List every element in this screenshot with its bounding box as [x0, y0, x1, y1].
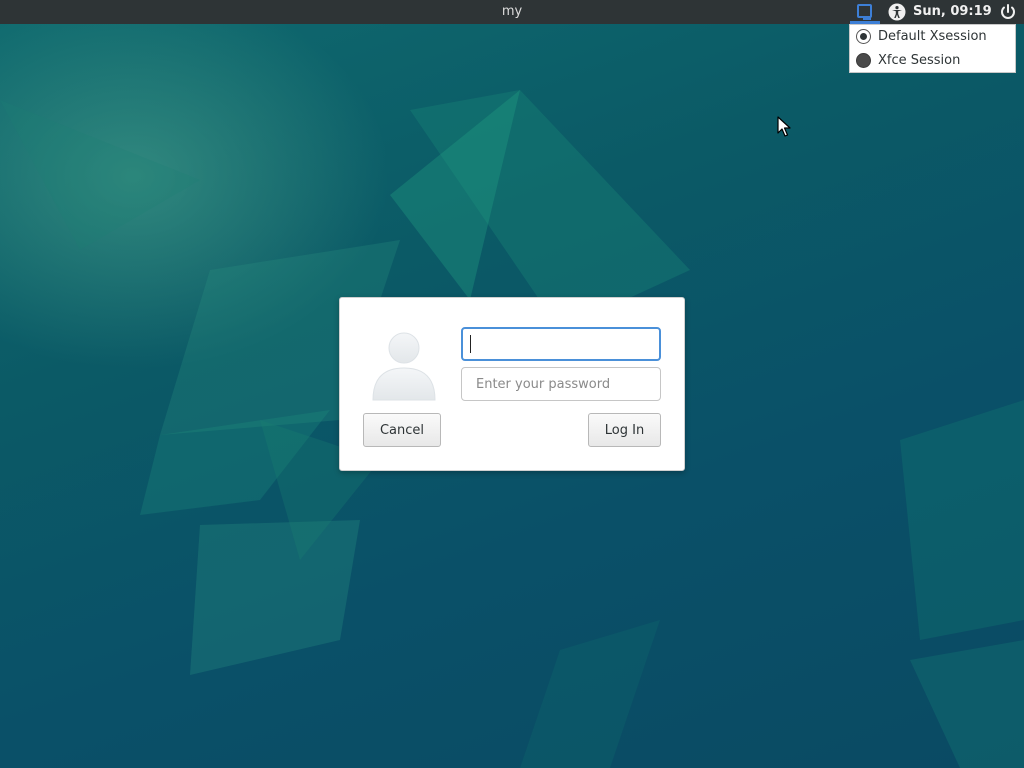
mouse-pointer-icon [777, 116, 791, 137]
radio-unchecked-icon [856, 53, 871, 68]
top-panel: my Sun, 09:19 [0, 0, 1024, 24]
session-item-default-xsession[interactable]: Default Xsession [850, 25, 1015, 49]
desktop: my Sun, 09:19 Default Xsession Xfce Sess… [0, 0, 1024, 768]
login-button[interactable]: Log In [588, 413, 661, 447]
session-item-xfce-session[interactable]: Xfce Session [850, 49, 1015, 73]
clock[interactable]: Sun, 09:19 [913, 0, 992, 24]
radio-checked-icon [856, 29, 871, 44]
password-input[interactable] [461, 367, 661, 401]
session-item-label: Default Xsession [878, 29, 987, 44]
login-dialog: Cancel Log In [339, 297, 685, 471]
power-icon[interactable] [998, 2, 1018, 22]
username-input[interactable] [461, 327, 661, 361]
user-avatar-icon [372, 332, 436, 401]
accessibility-icon[interactable] [887, 2, 907, 22]
session-select-icon[interactable] [855, 2, 875, 22]
session-menu: Default Xsession Xfce Session [849, 24, 1016, 73]
text-caret [470, 335, 471, 353]
cancel-button[interactable]: Cancel [363, 413, 441, 447]
session-item-label: Xfce Session [878, 53, 961, 68]
